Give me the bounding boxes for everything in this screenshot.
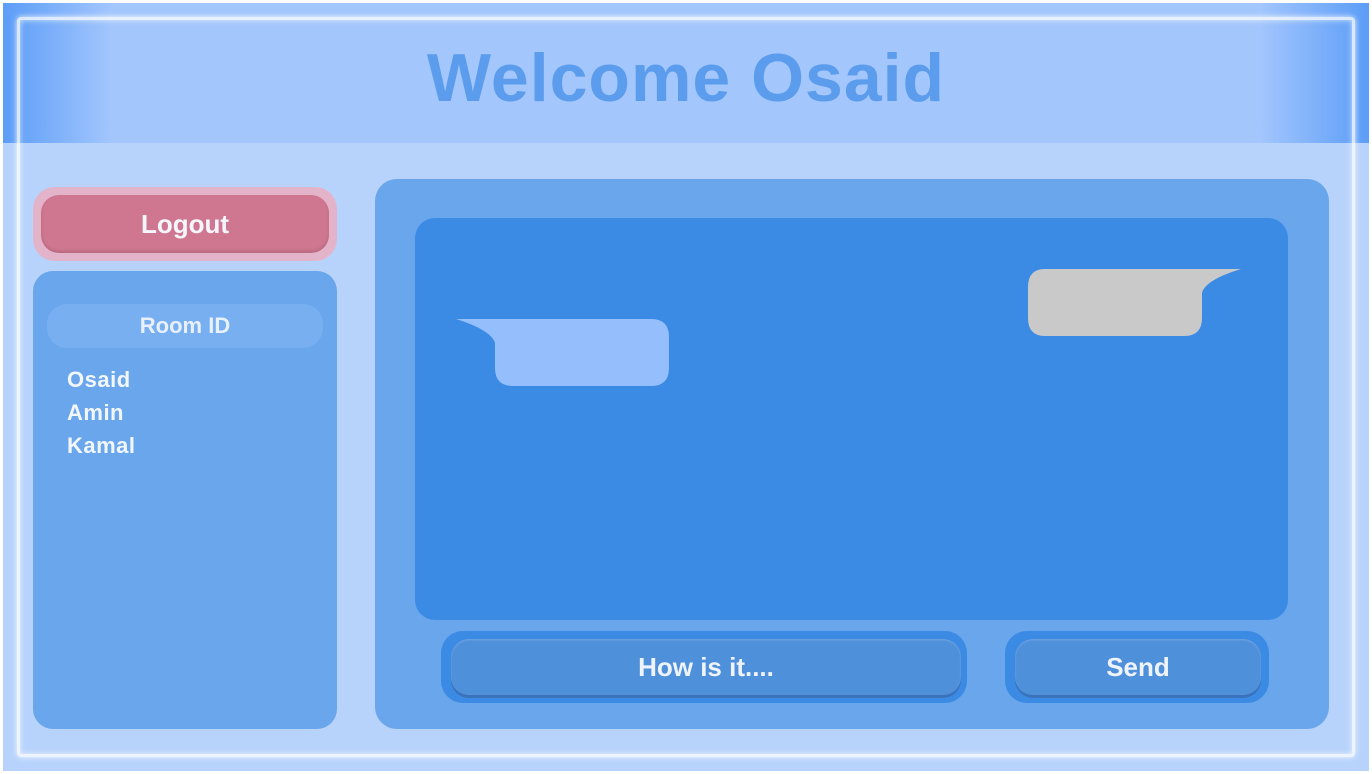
- page-title: Welcome Osaid: [426, 40, 946, 116]
- logout-button[interactable]: Logout: [41, 195, 329, 253]
- room-id-label: Room ID: [47, 304, 323, 348]
- header-bar: Welcome Osaid: [3, 3, 1369, 143]
- message-input[interactable]: [451, 639, 961, 695]
- app-frame: Welcome Osaid Logout Room ID Osaid Amin …: [3, 3, 1369, 771]
- message-input-frame: [441, 631, 967, 703]
- user-item-osaid[interactable]: Osaid: [67, 363, 136, 396]
- outgoing-message-bubble: [1028, 269, 1241, 336]
- user-item-amin[interactable]: Amin: [67, 396, 136, 429]
- send-button[interactable]: Send: [1015, 639, 1261, 695]
- main-panel: Send: [375, 179, 1329, 729]
- user-item-kamal[interactable]: Kamal: [67, 429, 136, 462]
- user-list: Osaid Amin Kamal: [67, 363, 136, 462]
- chat-area: [415, 218, 1288, 620]
- incoming-message-bubble: [456, 319, 669, 386]
- logout-button-frame: Logout: [33, 187, 337, 261]
- sidebar-panel: Room ID Osaid Amin Kamal: [33, 271, 337, 729]
- send-button-frame: Send: [1005, 631, 1269, 703]
